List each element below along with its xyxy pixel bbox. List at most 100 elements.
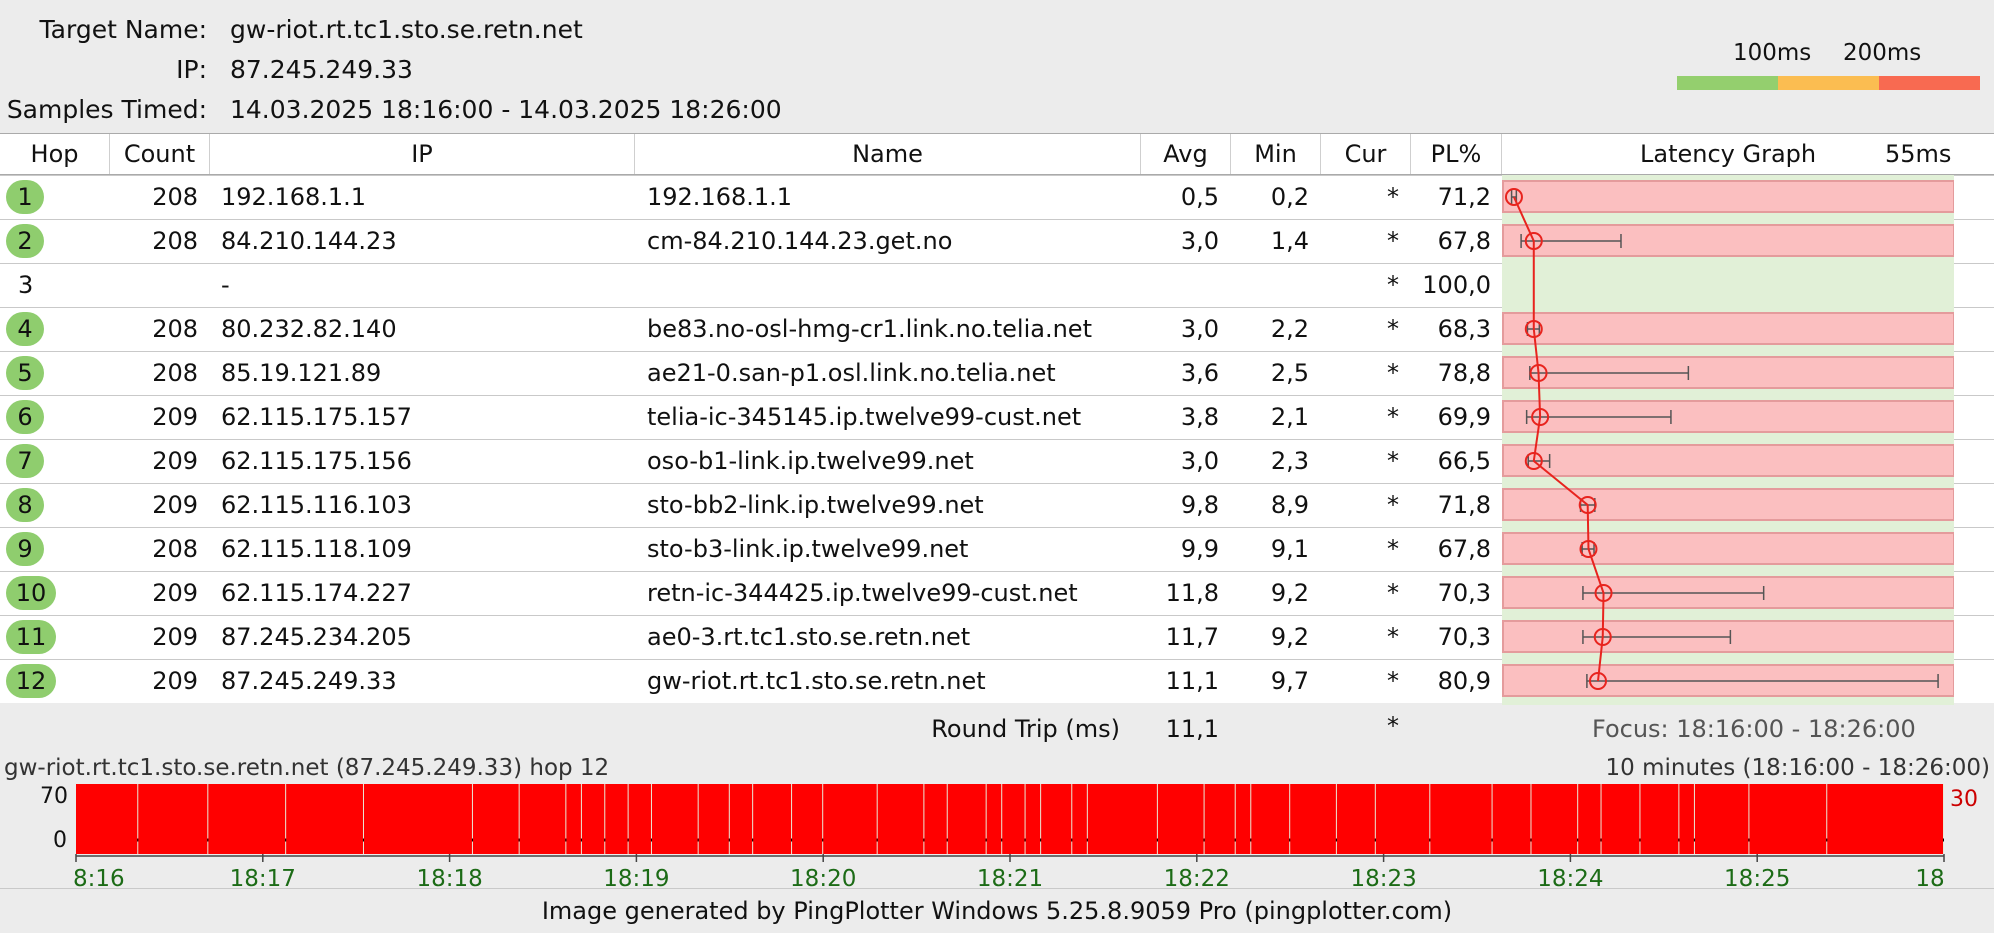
scale-bar-bad (1879, 76, 1980, 90)
target-name-value: gw-riot.rt.tc1.sto.se.retn.net (230, 15, 583, 44)
hop-ip: 62.115.175.157 (221, 403, 412, 431)
hop-ip: 84.210.144.23 (221, 227, 397, 255)
packet-loss-bar (1502, 180, 1955, 213)
packet-loss-segment (1679, 784, 1694, 854)
packet-loss-segment (138, 784, 208, 854)
hop-count: 209 (152, 667, 198, 695)
hop-cur: * (1387, 183, 1399, 211)
hop-ip: 62.115.116.103 (221, 491, 412, 519)
hop-name: be83.no-osl-hmg-cr1.link.no.telia.net (647, 315, 1092, 343)
timeline-tick-label: 18:25 (1724, 866, 1790, 888)
hop-packet-loss: 67,8 (1437, 535, 1491, 563)
column-header-ip[interactable]: IP (210, 134, 635, 174)
timeline-tick-label: 18:23 (1350, 866, 1416, 888)
packet-loss-segment (1578, 784, 1601, 854)
scale-100ms-label: 100ms (1733, 40, 1812, 66)
hop-name: sto-b3-link.ip.twelve99.net (647, 535, 969, 563)
packet-loss-segment (1531, 784, 1578, 854)
hop-min: 9,7 (1270, 667, 1309, 695)
packet-loss-segment (698, 784, 729, 854)
column-header-latency-graph[interactable]: Latency Graph 55ms (1502, 134, 1994, 174)
hop-cur: * (1387, 227, 1399, 255)
hop-ip: 62.115.118.109 (221, 535, 412, 563)
hop-name: ae21-0.san-p1.osl.link.no.telia.net (647, 359, 1056, 387)
samples-timed-label: Samples Timed: (6, 95, 207, 124)
round-trip-label: Round Trip (ms) (931, 715, 1120, 743)
hop-cur: * (1387, 315, 1399, 343)
hop-min: 8,9 (1270, 491, 1309, 519)
hop-cur: * (1387, 403, 1399, 431)
hop-number-badge: 1 (6, 180, 44, 214)
timeline-tick-label: 8:16 (73, 866, 125, 888)
column-header-count[interactable]: Count (110, 134, 210, 174)
hop-ip: 87.245.234.205 (221, 623, 412, 651)
packet-loss-bar (1502, 488, 1955, 521)
hop-number-badge: 10 (6, 576, 56, 610)
packet-loss-segment (823, 784, 877, 854)
hop-count: 209 (152, 579, 198, 607)
hop-avg: 3,6 (1180, 359, 1219, 387)
hop-cur: * (1387, 359, 1399, 387)
column-header-cur[interactable]: Cur (1321, 134, 1411, 174)
packet-loss-segment (1290, 784, 1336, 854)
latency-graph (1502, 180, 1955, 697)
hop-cur: * (1387, 271, 1399, 299)
hop-count: 208 (152, 359, 198, 387)
timeline-chart[interactable]: 8:16 18:17 18:18 18:19 18:20 18:21 18:22 18:23 1… (0, 748, 1994, 888)
hop-packet-loss: 100,0 (1422, 271, 1491, 299)
scale-bar-warn (1778, 76, 1879, 90)
packet-loss-segment (792, 784, 823, 854)
hop-count: 209 (152, 491, 198, 519)
packet-loss-segment (924, 784, 947, 854)
ip-label: IP: (176, 55, 207, 84)
footer-credit: Image generated by PingPlotter Windows 5… (0, 888, 1994, 933)
hop-number-badge: 5 (6, 356, 44, 390)
packet-loss-segment (1430, 784, 1492, 854)
hop-count (110, 264, 198, 307)
packet-loss-segment (1025, 784, 1041, 854)
hop-ip: - (221, 271, 230, 299)
column-header-avg[interactable]: Avg (1141, 134, 1231, 174)
packet-loss-segment (753, 784, 792, 854)
packet-loss-segment (581, 784, 605, 854)
packet-loss-segment (363, 784, 472, 854)
column-header-min[interactable]: Min (1231, 134, 1321, 174)
packet-loss-segment (1002, 784, 1025, 854)
latency-graph-panel (1502, 175, 1955, 705)
packet-loss-segment (286, 784, 363, 854)
hop-avg: 9,9 (1180, 535, 1219, 563)
hop-name: ae0-3.rt.tc1.sto.se.retn.net (647, 623, 971, 651)
hop-name: retn-ic-344425.ip.twelve99-cust.net (647, 579, 1078, 607)
hop-cur: * (1387, 579, 1399, 607)
packet-loss-segment (1694, 784, 1749, 854)
hop-packet-loss: 68,3 (1437, 315, 1491, 343)
hop-min: 2,1 (1270, 403, 1309, 431)
timeline-tick-label: 18:20 (790, 866, 856, 888)
hop-packet-loss: 69,9 (1437, 403, 1491, 431)
hop-min: 9,2 (1270, 579, 1309, 607)
column-header-hop[interactable]: Hop (0, 134, 110, 174)
hop-packet-loss: 67,8 (1437, 227, 1491, 255)
target-name-label: Target Name: (39, 15, 207, 44)
hop-cur: * (1387, 535, 1399, 563)
packet-loss-segment (628, 784, 651, 854)
hop-avg: 3,0 (1180, 227, 1219, 255)
hop-number-badge: 12 (6, 664, 56, 698)
timeline-tick-label: 18:18 (416, 866, 482, 888)
table-header: Hop Count IP Name Avg Min Cur PL% Latenc… (0, 133, 1994, 175)
latency-graph-title: Latency Graph (1640, 140, 1817, 168)
hop-avg: 3,0 (1180, 315, 1219, 343)
column-header-pl[interactable]: PL% (1411, 134, 1502, 174)
timeline-tick-label: 18:17 (230, 866, 296, 888)
hop-cur: * (1387, 667, 1399, 695)
hop-name: oso-b1-link.ip.twelve99.net (647, 447, 974, 475)
round-trip-cur: * (1387, 712, 1399, 740)
column-header-name[interactable]: Name (635, 134, 1141, 174)
hop-number-badge: 7 (6, 444, 44, 478)
timeline-tick-label: 18 (1915, 866, 1944, 888)
hop-avg: 11,1 (1165, 667, 1219, 695)
scale-200ms-label: 200ms (1843, 40, 1922, 66)
timeline-tick-label: 18:21 (977, 866, 1043, 888)
packet-loss-segment (729, 784, 753, 854)
hop-name: telia-ic-345145.ip.twelve99-cust.net (647, 403, 1082, 431)
